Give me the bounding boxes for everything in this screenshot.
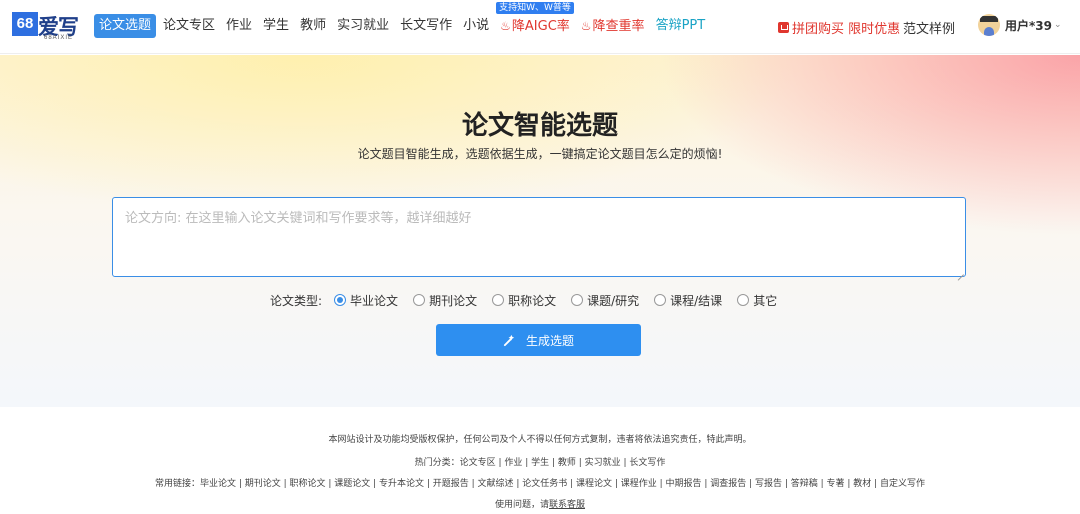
common-links: 常用链接：毕业论文 | 期刊论文 | 职称论文 | 课题论文 | 专升本论文 |… bbox=[0, 476, 1080, 489]
radio-label: 课题/研究 bbox=[587, 293, 640, 308]
radio-research-paper[interactable]: 课题/研究 bbox=[571, 292, 639, 309]
nav-item-teacher[interactable]: 教师 bbox=[296, 14, 330, 38]
radio-graduation-paper[interactable]: 毕业论文 bbox=[334, 292, 398, 309]
resize-handle-icon[interactable] bbox=[955, 266, 964, 275]
nav-item-internship[interactable]: 实习就业 bbox=[333, 14, 393, 38]
paper-type-selector: 论文类型: 毕业论文 期刊论文 职称论文 课题/研究 课程/结课 其它 bbox=[270, 291, 792, 309]
radio-label: 期刊论文 bbox=[429, 293, 478, 308]
radio-unchecked-icon bbox=[492, 294, 505, 306]
nav-item-topic[interactable]: 论文选题 bbox=[94, 14, 157, 38]
username: 用户*39 bbox=[1005, 18, 1052, 33]
nav-item-paper-zone[interactable]: 论文专区 bbox=[159, 14, 219, 38]
reduce-aigc-label: 降AIGC率 bbox=[511, 19, 570, 34]
help-prefix: 使用问题，请 bbox=[494, 500, 549, 510]
contact-support-link[interactable]: 联系客服 bbox=[549, 500, 585, 510]
radio-unchecked-icon bbox=[654, 294, 667, 306]
hero-section: 论文智能选题 论文题目智能生成，选题依据生成，一键搞定论文题目怎么定的烦恼! 论… bbox=[0, 55, 1080, 407]
page-title: 论文智能选题 bbox=[461, 111, 618, 141]
radio-unchecked-icon bbox=[413, 294, 426, 306]
generate-topic-label: 生成选题 bbox=[525, 333, 574, 348]
radio-unchecked-icon bbox=[571, 294, 584, 306]
nav-item-reduce-recheck[interactable]: ♨降查重率 bbox=[577, 14, 649, 38]
nav-item-reduce-aigc[interactable]: 支持知W、W普等 ♨降AIGC率 bbox=[496, 2, 574, 38]
nav-item-defense-ppt[interactable]: 答辩PPT bbox=[652, 14, 710, 38]
common-links-label: 常用链接： bbox=[154, 479, 200, 489]
logo-mark: 68 bbox=[12, 12, 38, 36]
hot-categories-label: 热门分类： bbox=[414, 458, 460, 468]
page-subtitle: 论文题目智能生成，选题依据生成，一键搞定论文题目怎么定的烦恼! bbox=[357, 147, 723, 161]
promo-label: 拼团购买 限时优惠 bbox=[792, 22, 901, 37]
radio-label: 其它 bbox=[753, 293, 778, 308]
fire-icon: ♨ bbox=[500, 19, 511, 33]
page-footer: 本网站设计及功能均受版权保护，任何公司及个人不得以任何方式复制，违者将依法追究责… bbox=[0, 407, 1080, 514]
radio-other[interactable]: 其它 bbox=[737, 292, 777, 309]
reduce-recheck-label: 降查重率 bbox=[592, 19, 645, 34]
radio-label: 毕业论文 bbox=[350, 293, 399, 308]
shopping-bag-icon bbox=[778, 22, 789, 33]
nav-item-student[interactable]: 学生 bbox=[259, 14, 293, 38]
paper-type-label: 论文类型: bbox=[270, 293, 323, 308]
generate-topic-button[interactable]: 生成选题 bbox=[436, 324, 641, 356]
logo-subtext: 68AIXIE bbox=[44, 35, 74, 41]
radio-checked-icon bbox=[334, 294, 347, 306]
avatar bbox=[978, 14, 1000, 36]
main-nav: 论文选题 论文专区 作业 学生 教师 实习就业 长文写作 小说 支持知W、W普等… bbox=[94, 2, 712, 38]
topic-direction-input[interactable] bbox=[112, 197, 966, 277]
radio-course-paper[interactable]: 课程/结课 bbox=[654, 292, 722, 309]
magic-wand-icon bbox=[503, 334, 515, 346]
hot-categories: 热门分类：论文专区 | 作业 | 学生 | 教师 | 实习就业 | 长文写作 bbox=[0, 455, 1080, 468]
aigc-support-badge: 支持知W、W普等 bbox=[496, 2, 574, 14]
copyright-notice: 本网站设计及功能均受版权保护，任何公司及个人不得以任何方式复制，违者将依法追究责… bbox=[328, 435, 752, 445]
site-logo[interactable]: 68 爱写 68AIXIE bbox=[12, 12, 82, 42]
radio-label: 课程/结课 bbox=[670, 293, 723, 308]
group-buy-promo[interactable]: 拼团购买 限时优惠 bbox=[778, 18, 900, 37]
hot-categories-links[interactable]: 论文专区 | 作业 | 学生 | 教师 | 实习就业 | 长文写作 bbox=[460, 458, 666, 468]
radio-unchecked-icon bbox=[737, 294, 750, 306]
user-menu[interactable]: 用户*39 ⌄ bbox=[978, 14, 1062, 36]
nav-item-homework[interactable]: 作业 bbox=[222, 14, 256, 38]
fire-icon: ♨ bbox=[580, 19, 592, 33]
radio-journal-paper[interactable]: 期刊论文 bbox=[413, 292, 477, 309]
nav-item-novel[interactable]: 小说 bbox=[459, 14, 493, 38]
nav-item-long-writing[interactable]: 长文写作 bbox=[396, 14, 456, 38]
help-line: 使用问题，请联系客服 bbox=[0, 497, 1080, 510]
chevron-down-icon: ⌄ bbox=[1053, 20, 1062, 30]
common-links-list[interactable]: 毕业论文 | 期刊论文 | 职称论文 | 课题论文 | 专升本论文 | 开题报告… bbox=[200, 479, 925, 489]
sample-essays-link[interactable]: 范文样例 bbox=[903, 18, 955, 37]
radio-label: 职称论文 bbox=[508, 293, 557, 308]
radio-title-paper[interactable]: 职称论文 bbox=[492, 292, 556, 309]
top-header: 68 爱写 68AIXIE 论文选题 论文专区 作业 学生 教师 实习就业 长文… bbox=[0, 0, 1080, 54]
